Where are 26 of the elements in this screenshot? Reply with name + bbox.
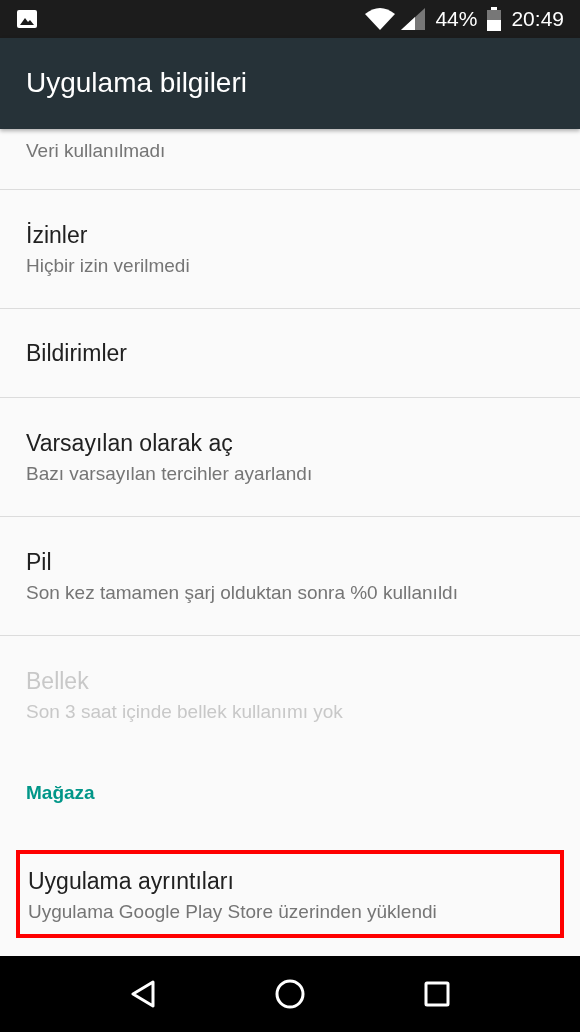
settings-item[interactable]: Bildirimler — [0, 308, 580, 398]
signal-icon — [401, 7, 426, 30]
settings-item[interactable]: İzinler Hiçbir izin verilmedi — [0, 189, 580, 309]
item-subtitle: Hiçbir izin verilmedi — [26, 253, 191, 278]
settings-item[interactable]: Pil Son kez tamamen şarj olduktan sonra %0 kullanıldı — [0, 516, 580, 636]
item-title: Varsayılan olarak aç — [26, 428, 234, 458]
item-subtitle: Bazı varsayılan tercihler ayarlandı — [26, 461, 314, 486]
settings-item[interactable]: Veri kullanılmadı — [0, 128, 580, 190]
item-subtitle: Son kez tamamen şarj olduktan sonra %0 kullanıldı — [26, 580, 459, 605]
wifi-icon — [365, 7, 396, 30]
settings-item[interactable]: Varsayılan olarak aç Bazı varsayılan tercihler ayarlandı — [0, 397, 580, 517]
section-header: Mağaza — [26, 781, 95, 804]
item-title: Pil — [26, 547, 53, 577]
back-icon[interactable] — [129, 979, 156, 1008]
item-title: Bildirimler — [26, 338, 128, 368]
item-title: İzinler — [26, 220, 89, 250]
home-icon[interactable] — [275, 978, 305, 1009]
item-subtitle: Veri kullanılmadı — [26, 138, 167, 163]
recents-icon[interactable] — [424, 980, 451, 1007]
item-title: Uygulama ayrıntıları — [28, 866, 235, 896]
clock-time: 20:49 — [511, 6, 564, 31]
app-bar-title: Uygulama bilgileri — [26, 67, 247, 100]
battery-percentage: 44% — [435, 6, 478, 31]
item-subtitle: Uygulama Google Play Store üzerinden yüklendi — [28, 899, 438, 924]
battery-icon — [487, 6, 502, 31]
image-icon — [16, 8, 38, 29]
